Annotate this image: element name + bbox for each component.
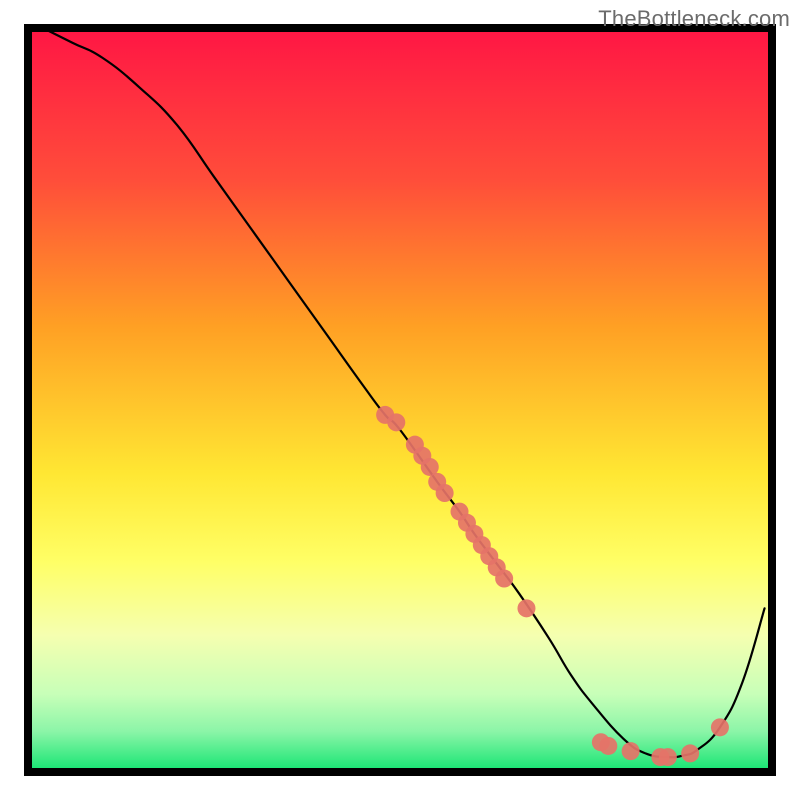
bottleneck-chart (0, 0, 800, 800)
scatter-point (711, 718, 729, 736)
scatter-point (517, 599, 535, 617)
watermark-label: TheBottleneck.com (598, 6, 790, 32)
scatter-point (495, 570, 513, 588)
scatter-point (436, 484, 454, 502)
scatter-point (599, 737, 617, 755)
chart-background (32, 32, 768, 768)
scatter-point (387, 413, 405, 431)
scatter-point (659, 748, 677, 766)
scatter-point (681, 744, 699, 762)
scatter-point (622, 742, 640, 760)
